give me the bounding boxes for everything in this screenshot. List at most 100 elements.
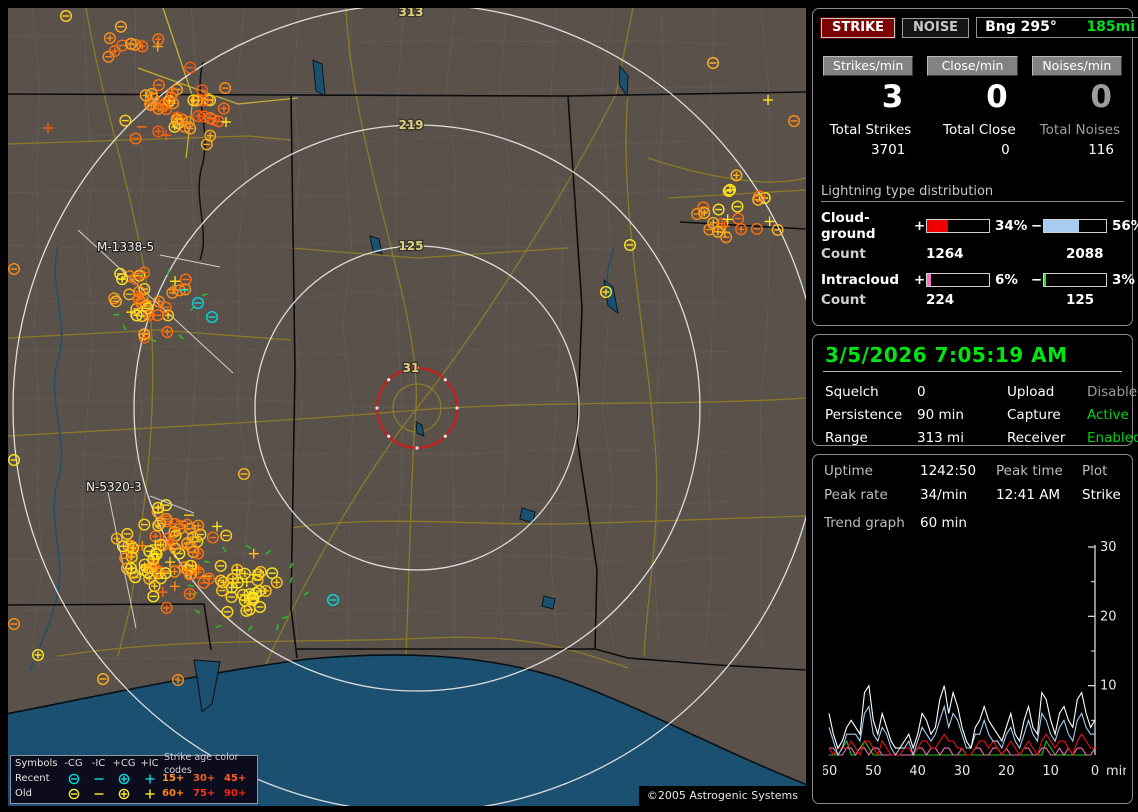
legend-symbol-icpos <box>145 774 154 783</box>
distribution-title: Lightning type distribution <box>821 184 1124 202</box>
legend-col-cg-neg: -CG <box>64 758 83 769</box>
count-label: Count <box>821 246 866 262</box>
strikes-per-min-button[interactable]: Strikes/min <box>823 56 914 76</box>
strike-map[interactable]: 313 219 125 31 M-1338-5 N-5320-3 Symbols -CG… <box>8 8 806 806</box>
minus-sign: − <box>1030 218 1043 234</box>
cg-negative-pct: 56% <box>1112 218 1138 234</box>
strikes-counter-column: Strikes/min 3 Total Strikes 3701 <box>823 56 914 158</box>
plot-label: Plot <box>1082 463 1108 479</box>
legend-symbol-cgneg <box>68 773 79 784</box>
session-trend-panel: Uptime 1242:50 Peak time Plot Peak rate … <box>812 454 1133 804</box>
lightning-type-distribution: Lightning type distribution Cloud-ground… <box>821 184 1138 308</box>
upload-label: Upload <box>1007 384 1055 400</box>
ic-positive-bar <box>926 273 990 287</box>
upload-status: Disabled <box>1087 384 1138 400</box>
uptime-value: 1242:50 <box>920 463 977 479</box>
intracloud-count-row: Count 224 125 <box>821 292 1124 308</box>
intracloud-label: Intracloud <box>821 272 900 288</box>
map-legend: Symbols -CG -IC +CG +IC Strike age color… <box>10 752 258 804</box>
legend-col-ic-pos: +IC <box>140 758 159 769</box>
plot-value: Strike <box>1082 487 1121 503</box>
cloud-ground-count-row: Count 1264 2088 <box>821 246 1124 262</box>
strike-age-code: 90+ <box>224 788 247 799</box>
map-canvas: 313 219 125 31 M-1338-5 N-5320-3 <box>8 8 806 806</box>
receiver-status-panel: 3/5/2026 7:05:19 AM Squelch 0 Upload Dis… <box>812 334 1138 446</box>
legend-symbol-cgpos <box>118 788 130 799</box>
cg-positive-pct: 34% <box>995 218 1028 234</box>
trend-window-value: 60 min <box>920 515 967 531</box>
strike-stats-panel: STRIKE NOISE Bng 295° 185mi Strikes/min … <box>812 8 1138 326</box>
capture-status: Active <box>1087 407 1129 423</box>
noises-per-min-button[interactable]: Noises/min <box>1031 56 1122 76</box>
strike-tab[interactable]: STRIKE <box>819 16 897 39</box>
strike-age-code: 60+ <box>162 788 185 799</box>
peak-rate-value: 34/min <box>920 487 968 503</box>
trend-x-tick-label: 50 <box>865 764 882 779</box>
ic-negative-bar <box>1043 273 1107 287</box>
total-strikes-value: 3701 <box>870 142 906 158</box>
trend-x-tick-label: 30 <box>954 764 971 779</box>
trend-series-Strikes total <box>828 684 1096 750</box>
legend-symbol-icneg <box>94 777 103 780</box>
app-window: { "app": {"copyright": "©2005 Astrogenic… <box>0 0 1138 812</box>
ic-negative-pct: 3% <box>1112 272 1135 288</box>
alarm-ring-tick <box>387 434 391 438</box>
uptime-label: Uptime <box>824 463 873 479</box>
minus-sign: − <box>1030 272 1043 288</box>
noises-counter-column: Noises/min 0 Total Noises 116 <box>1031 56 1122 158</box>
noise-tab[interactable]: NOISE <box>902 17 970 38</box>
legend-symbols-title: Symbols <box>15 758 58 769</box>
noises-per-min-value: 0 <box>1090 79 1112 115</box>
trend-graph-label: Trend graph <box>824 515 905 531</box>
trend-x-tick-label: 0 <box>1091 764 1099 779</box>
total-noises-value: 116 <box>1088 142 1114 158</box>
strike-age-code: 30+ <box>193 773 216 784</box>
alarm-ring-tick <box>455 406 459 410</box>
ring-distance-label: 31 <box>403 361 420 375</box>
legend-row-recent: Recent 15+ 30+ 45+ <box>11 772 257 786</box>
strike-age-code: 45+ <box>224 773 247 784</box>
legend-col-cg-pos: +CG <box>112 758 136 769</box>
ring-distance-label: 125 <box>398 239 423 253</box>
ring-distance-label: 219 <box>398 118 423 132</box>
alarm-ring-tick <box>387 378 391 382</box>
count-label: Count <box>821 292 866 308</box>
intracloud-row: Intracloud + 6% − 3% <box>821 272 1135 288</box>
trend-graph-row: Trend graph 60 min <box>823 515 1122 531</box>
storm-cell-id: N-5320-3 <box>86 480 142 494</box>
ic-positive-pct: 6% <box>995 272 1018 288</box>
alarm-ring-tick <box>443 378 447 382</box>
alarm-ring-tick <box>375 406 379 410</box>
total-close-label: Total Close <box>943 122 1016 138</box>
trend-x-tick-label: 20 <box>998 764 1015 779</box>
receiver-status: Enabled <box>1087 430 1138 446</box>
legend-row-old: Old 60+ 75+ 90+ <box>11 787 257 801</box>
range-value: 313 mi <box>917 430 964 446</box>
trend-series-+CG <box>828 733 1095 757</box>
peak-time-label: Peak time <box>996 463 1063 479</box>
cloud-ground-label: Cloud-ground <box>821 210 876 242</box>
legend-col-ic-neg: -IC <box>91 758 106 769</box>
close-per-min-button[interactable]: Close/min <box>927 56 1018 76</box>
plus-sign: + <box>913 218 926 234</box>
trend-y-tick-label: 20 <box>1100 609 1117 624</box>
legend-symbol-icneg <box>94 792 103 795</box>
ic-positive-count: 224 <box>926 292 955 308</box>
persistence-label: Persistence <box>825 407 903 423</box>
peak-rate-label: Peak rate <box>824 487 888 503</box>
alarm-ring-tick <box>443 434 447 438</box>
bearing-value: Bng 295° <box>985 19 1057 35</box>
trend-x-tick-label: 10 <box>1042 764 1059 779</box>
trend-x-tick-label: 40 <box>909 764 926 779</box>
bearing-distance: 185mi <box>1086 19 1136 35</box>
persistence-value: 90 min <box>917 407 964 423</box>
cloud-ground-row: Cloud-ground + 34% − 56% <box>821 210 1138 242</box>
trend-x-unit: min <box>1106 764 1126 779</box>
bearing-readout: Bng 295° 185mi <box>976 17 1138 38</box>
cg-negative-bar <box>1043 219 1107 233</box>
strike-age-code: 75+ <box>193 788 216 799</box>
ic-negative-count: 125 <box>1066 292 1095 308</box>
legend-age-label: Recent <box>15 773 50 784</box>
mode-tabs: STRIKE NOISE Bng 295° 185mi <box>819 16 1138 39</box>
strikes-per-min-value: 3 <box>881 79 904 115</box>
